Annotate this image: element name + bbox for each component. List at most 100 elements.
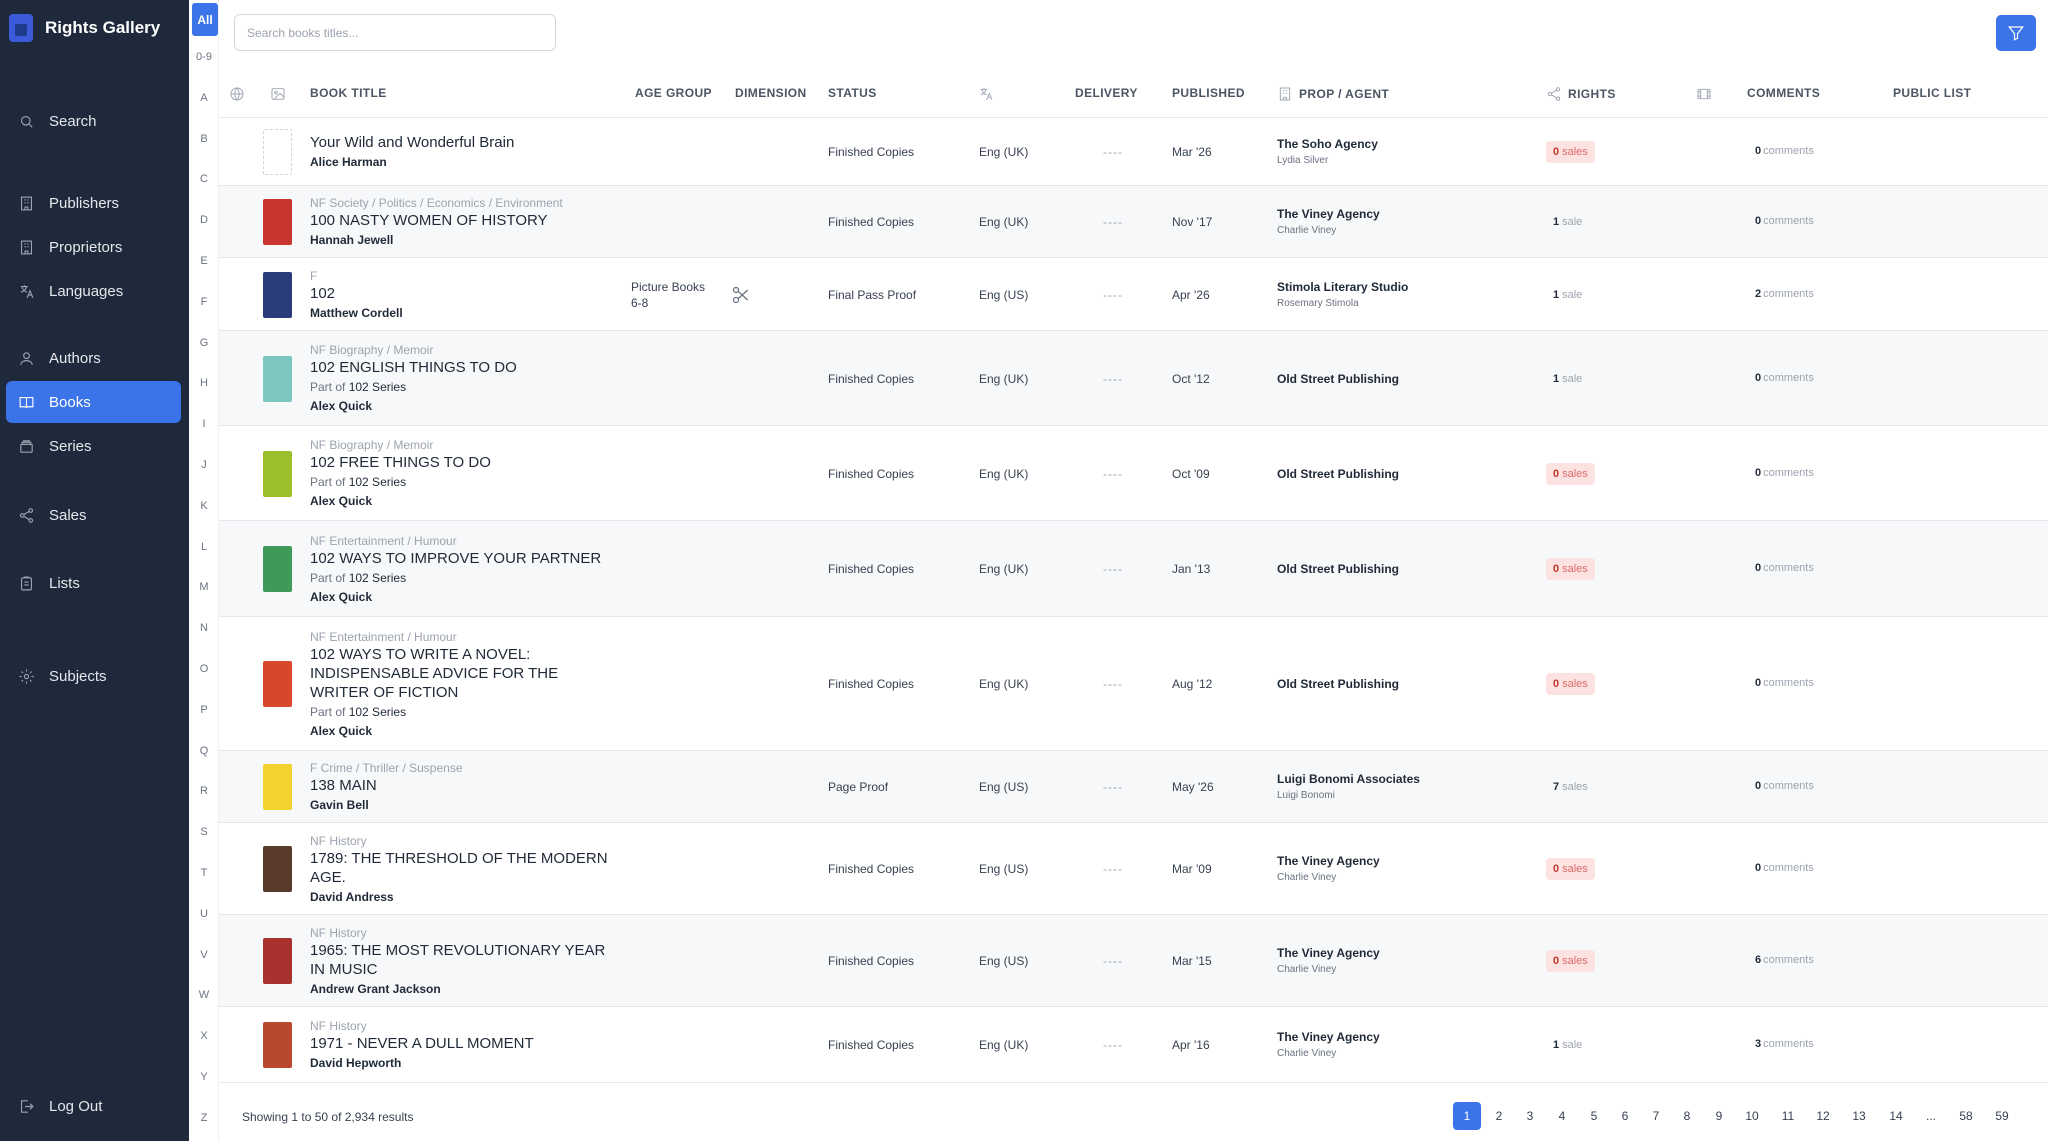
alphabet-letter[interactable]: N — [189, 622, 219, 634]
alphabet-letter[interactable]: X — [189, 1030, 219, 1042]
column-book-title[interactable]: BOOK TITLE — [310, 86, 387, 100]
column-delivery[interactable]: DELIVERY — [1075, 86, 1138, 100]
prop-agent[interactable]: Old Street Publishing — [1277, 561, 1399, 578]
sidebar-item-books[interactable]: Books — [6, 381, 181, 423]
rights-badge[interactable]: 1 sale — [1546, 368, 1589, 390]
book-title[interactable]: 100 NASTY WOMEN OF HISTORY — [310, 211, 610, 230]
book-author[interactable]: Matthew Cordell — [310, 305, 610, 322]
comments-count[interactable]: 0 comments — [1755, 467, 1814, 479]
alphabet-letter[interactable]: D — [189, 214, 219, 226]
table-row[interactable]: NF Biography / Memoir 102 FREE THINGS TO … — [219, 426, 2048, 521]
book-title[interactable]: Your Wild and Wonderful Brain — [310, 133, 610, 152]
book-title[interactable]: 102 ENGLISH THINGS TO DO — [310, 358, 610, 377]
agent-name[interactable]: Old Street Publishing — [1277, 466, 1399, 483]
agent-name[interactable]: The Soho Agency — [1277, 136, 1378, 153]
rights-badge[interactable]: 0 sales — [1546, 950, 1595, 972]
rights-badge[interactable]: 1 sale — [1546, 1034, 1589, 1056]
page-button[interactable]: 7 — [1642, 1102, 1670, 1130]
sidebar-item-publishers[interactable]: Publishers — [6, 182, 181, 224]
page-button[interactable]: 8 — [1673, 1102, 1701, 1130]
rights-badge[interactable]: 0 sales — [1546, 858, 1595, 880]
alphabet-letter[interactable]: H — [189, 377, 219, 389]
agent-name[interactable]: Old Street Publishing — [1277, 676, 1399, 693]
sidebar-item-logout[interactable]: Log Out — [6, 1085, 181, 1127]
book-author[interactable]: Alex Quick — [310, 589, 610, 606]
book-author[interactable]: David Andress — [310, 889, 610, 906]
alphabet-letter[interactable]: W — [189, 989, 219, 1001]
prop-agent[interactable]: The Viney Agency Charlie Viney — [1277, 853, 1380, 886]
rights-badge[interactable]: 0 sales — [1546, 141, 1595, 163]
alphabet-letter[interactable]: B — [189, 133, 219, 145]
alphabet-letter[interactable]: S — [189, 826, 219, 838]
sidebar-item-subjects[interactable]: Subjects — [6, 655, 181, 697]
book-author[interactable]: Alex Quick — [310, 398, 610, 415]
book-author[interactable]: Alice Harman — [310, 154, 610, 171]
column-age-group[interactable]: AGE GROUP — [635, 86, 712, 100]
comments-count[interactable]: 0 comments — [1755, 862, 1814, 874]
series-name[interactable]: 102 Series — [349, 475, 406, 489]
book-author[interactable]: Alex Quick — [310, 723, 610, 740]
book-author[interactable]: David Hepworth — [310, 1055, 610, 1072]
book-cover[interactable] — [263, 661, 292, 707]
table-row[interactable]: F 102 Matthew Cordell Picture Books 6-8 Fina… — [219, 258, 2048, 331]
column-dimension[interactable]: DIMENSION — [735, 86, 807, 100]
series-name[interactable]: 102 Series — [349, 571, 406, 585]
table-row[interactable]: NF History 1789: THE THRESHOLD OF THE MOD… — [219, 823, 2048, 915]
prop-agent[interactable]: The Viney Agency Charlie Viney — [1277, 1029, 1380, 1062]
table-row[interactable]: NF Society / Politics / Economics / Envi… — [219, 186, 2048, 258]
prop-agent[interactable]: Old Street Publishing — [1277, 371, 1399, 388]
prop-agent[interactable]: Old Street Publishing — [1277, 676, 1399, 693]
alphabet-letter[interactable]: L — [189, 541, 219, 553]
agent-name[interactable]: Old Street Publishing — [1277, 561, 1399, 578]
alphabet-letter[interactable]: I — [189, 418, 219, 430]
book-cover[interactable] — [263, 846, 292, 892]
book-title[interactable]: 102 WAYS TO WRITE A NOVEL: INDISPENSABLE… — [310, 645, 610, 702]
alphabet-letter[interactable]: R — [189, 785, 219, 797]
column-public-list[interactable]: PUBLIC LIST — [1893, 86, 1971, 100]
prop-agent[interactable]: Old Street Publishing — [1277, 466, 1399, 483]
alphabet-letter[interactable]: Q — [189, 745, 219, 757]
agent-name[interactable]: Stimola Literary Studio — [1277, 279, 1408, 296]
page-button[interactable]: 58 — [1952, 1102, 1980, 1130]
book-title[interactable]: 102 FREE THINGS TO DO — [310, 453, 610, 472]
alphabet-letter[interactable]: A — [189, 92, 219, 104]
rights-badge[interactable]: 1 sale — [1546, 284, 1589, 306]
agent-name[interactable]: The Viney Agency — [1277, 206, 1380, 223]
series-name[interactable]: 102 Series — [349, 380, 406, 394]
agent-name[interactable]: The Viney Agency — [1277, 853, 1380, 870]
column-rights[interactable]: RIGHTS — [1546, 86, 1616, 102]
prop-agent[interactable]: The Viney Agency Charlie Viney — [1277, 206, 1380, 239]
prop-agent[interactable]: Stimola Literary Studio Rosemary Stimola — [1277, 279, 1408, 312]
table-row[interactable]: NF History 1965: THE MOST REVOLUTIONARY Y… — [219, 915, 2048, 1007]
book-cover[interactable] — [263, 764, 292, 810]
table-row[interactable]: NF Biography / Memoir 102 ENGLISH THINGS … — [219, 331, 2048, 426]
page-button[interactable]: 2 — [1485, 1102, 1513, 1130]
filter-button[interactable] — [1996, 15, 2036, 51]
rights-badge[interactable]: 7 sales — [1546, 776, 1595, 798]
comments-count[interactable]: 6 comments — [1755, 954, 1814, 966]
comments-count[interactable]: 0 comments — [1755, 372, 1814, 384]
agent-name[interactable]: The Viney Agency — [1277, 945, 1380, 962]
book-author[interactable]: Andrew Grant Jackson — [310, 981, 610, 998]
page-button[interactable]: 10 — [1738, 1102, 1766, 1130]
page-button[interactable]: 13 — [1845, 1102, 1873, 1130]
page-button[interactable]: 6 — [1611, 1102, 1639, 1130]
rights-badge[interactable]: 0 sales — [1546, 673, 1595, 695]
book-title[interactable]: 1965: THE MOST REVOLUTIONARY YEAR IN MUS… — [310, 941, 610, 979]
sidebar-item-authors[interactable]: Authors — [6, 337, 181, 379]
book-title[interactable]: 1789: THE THRESHOLD OF THE MODERN AGE. — [310, 849, 610, 887]
series-name[interactable]: 102 Series — [349, 705, 406, 719]
alphabet-letter[interactable]: Y — [189, 1071, 219, 1083]
book-cover[interactable] — [263, 450, 292, 497]
sidebar-item-proprietors[interactable]: Proprietors — [6, 226, 181, 268]
search-input[interactable] — [234, 14, 556, 51]
alphabet-letter[interactable]: J — [189, 459, 219, 471]
column-comments[interactable]: COMMENTS — [1747, 86, 1820, 100]
rights-badge[interactable]: 0 sales — [1546, 462, 1595, 485]
comments-count[interactable]: 0 comments — [1755, 215, 1814, 227]
alphabet-letter[interactable]: V — [189, 949, 219, 961]
alphabet-letter[interactable]: M — [189, 581, 219, 593]
prop-agent[interactable]: The Soho Agency Lydia Silver — [1277, 136, 1378, 169]
book-cover[interactable] — [263, 1022, 292, 1068]
comments-count[interactable]: 0 comments — [1755, 780, 1814, 792]
